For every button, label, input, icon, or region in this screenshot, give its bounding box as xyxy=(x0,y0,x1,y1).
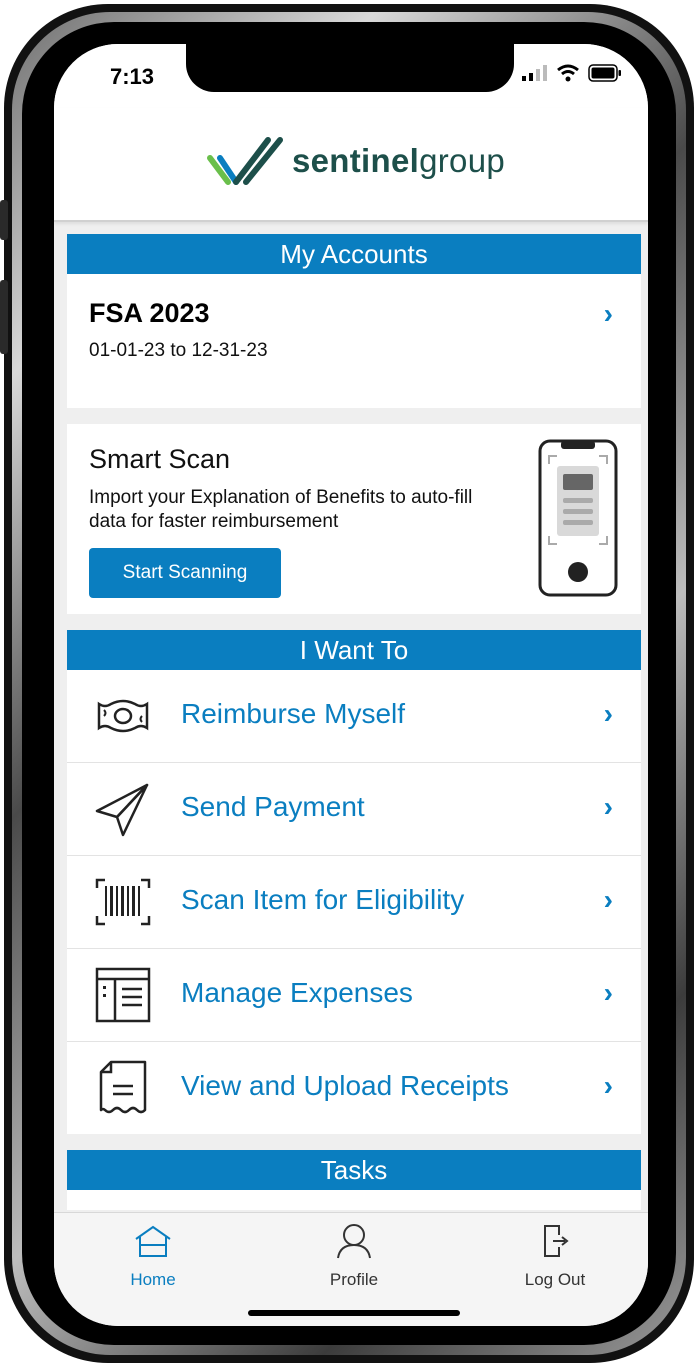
barcode-icon xyxy=(95,878,151,926)
status-time: 7:13 xyxy=(110,64,155,89)
tab-log-out[interactable]: Log Out xyxy=(495,1223,615,1290)
tab-bar: Home Profile Log Out xyxy=(54,1212,648,1326)
smart-scan-description: Import your Explanation of Benefits to a… xyxy=(89,487,473,532)
logo-wordmark: sentinelgroup xyxy=(292,142,506,179)
sentinel-logo: sentinelgroup xyxy=(206,136,505,186)
status-icons xyxy=(522,64,622,82)
main-content: My Accounts FSA 2023 01-01-23 to 12-31-2… xyxy=(67,234,641,1210)
signal-icon xyxy=(522,65,547,81)
chevron-right-icon: › xyxy=(603,791,613,822)
tab-home-label: Home xyxy=(130,1270,176,1289)
tasks-section: Tasks xyxy=(67,1150,641,1210)
tab-home[interactable]: Home xyxy=(93,1223,213,1290)
account-card-fsa[interactable]: FSA 2023 01-01-23 to 12-31-23 › xyxy=(67,274,641,408)
account-name: FSA 2023 xyxy=(89,298,210,328)
paper-plane-icon xyxy=(95,783,149,837)
logo-mark-icon xyxy=(207,137,283,185)
notch xyxy=(186,44,514,92)
action-label: Send Payment xyxy=(181,791,365,822)
chevron-right-icon: › xyxy=(603,977,613,1008)
i-want-to-header: I Want To xyxy=(67,630,641,670)
start-scanning-button[interactable]: Start Scanning xyxy=(89,548,281,598)
tab-log-out-label: Log Out xyxy=(524,1270,586,1289)
action-scan-item-eligibility[interactable]: Scan Item for Eligibility › xyxy=(67,856,641,949)
action-manage-expenses[interactable]: Manage Expenses › xyxy=(67,949,641,1042)
action-label: Scan Item for Eligibility xyxy=(181,884,465,915)
money-icon xyxy=(97,699,149,733)
action-label: Manage Expenses xyxy=(181,977,413,1008)
home-icon xyxy=(135,1225,171,1257)
tasks-body xyxy=(67,1190,641,1210)
action-reimburse-myself[interactable]: Reimburse Myself › xyxy=(67,670,641,763)
smart-scan-card: Smart Scan Import your Explanation of Be… xyxy=(67,424,641,614)
phone-scan-illustration-icon xyxy=(538,439,618,597)
chevron-right-icon: › xyxy=(603,298,613,329)
action-label: Reimburse Myself xyxy=(181,698,406,729)
tab-profile[interactable]: Profile xyxy=(294,1223,414,1290)
chevron-right-icon: › xyxy=(603,1070,613,1101)
action-list: Reimburse Myself › Send Payment › Scan I… xyxy=(67,670,641,1134)
chevron-right-icon: › xyxy=(603,884,613,915)
logout-icon xyxy=(544,1225,569,1257)
phone-volume-up xyxy=(0,280,8,354)
chevron-right-icon: › xyxy=(603,698,613,729)
my-accounts-header: My Accounts xyxy=(67,234,641,274)
tab-profile-label: Profile xyxy=(329,1270,379,1289)
receipt-icon xyxy=(99,1060,147,1114)
smart-scan-title: Smart Scan xyxy=(89,444,231,474)
i-want-to-section: I Want To Reimburse Myself › Send Paymen… xyxy=(67,630,641,1134)
account-dates: 01-01-23 to 12-31-23 xyxy=(89,340,268,361)
phone-mute-switch xyxy=(0,200,8,240)
profile-icon xyxy=(337,1224,371,1259)
app-header: sentinelgroup xyxy=(54,108,648,222)
action-label: View and Upload Receipts xyxy=(181,1070,509,1101)
wifi-icon xyxy=(557,64,579,82)
battery-icon xyxy=(588,64,621,82)
action-view-upload-receipts[interactable]: View and Upload Receipts › xyxy=(67,1042,641,1134)
action-send-payment[interactable]: Send Payment › xyxy=(67,763,641,856)
expenses-icon xyxy=(95,967,151,1023)
home-indicator xyxy=(248,1310,460,1316)
phone-screen: 7:13 sentinelgroup My Accounts FSA 2023 … xyxy=(54,44,648,1326)
tasks-header: Tasks xyxy=(67,1150,641,1190)
